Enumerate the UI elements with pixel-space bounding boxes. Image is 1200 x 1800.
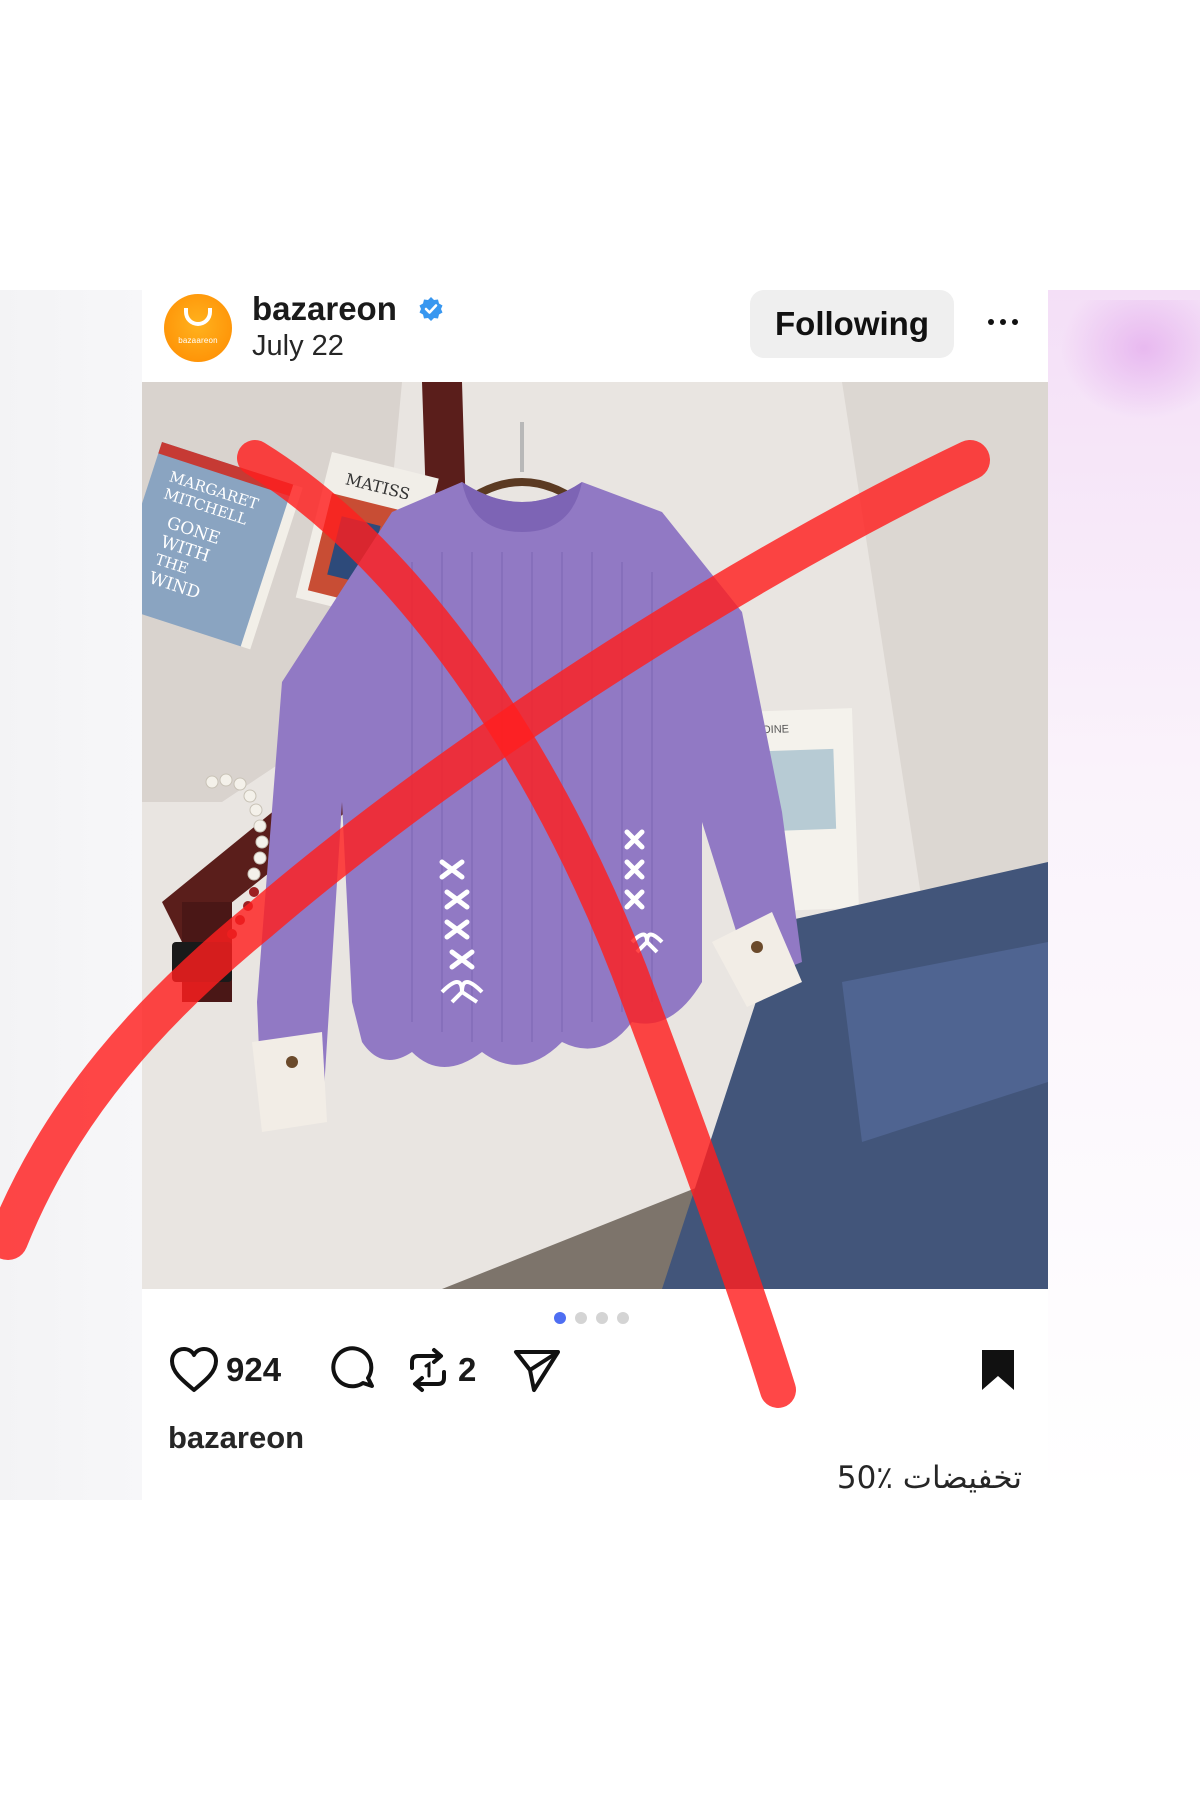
caption-username[interactable]: bazareon	[168, 1420, 304, 1456]
more-dot	[1000, 319, 1006, 325]
following-button[interactable]: Following	[750, 290, 954, 358]
save-action[interactable]	[978, 1340, 1018, 1400]
post-actions-bar: 924 2	[142, 1340, 1048, 1410]
logo-smile-icon	[184, 308, 212, 326]
caption-text: تخفيضات ٪50	[836, 1460, 1022, 1496]
avatar-logo-text: bazaareon	[178, 336, 218, 345]
background-left-panel	[0, 290, 142, 1500]
repost-icon[interactable]	[404, 1346, 452, 1394]
avatar[interactable]: bazaareon	[164, 294, 232, 362]
heart-icon[interactable]	[168, 1346, 220, 1394]
comment-icon[interactable]	[330, 1346, 378, 1394]
more-options-icon[interactable]	[978, 304, 1028, 340]
bookmark-icon[interactable]	[978, 1346, 1018, 1394]
post-photo[interactable]: MARGARET MITCHELL GONE WITH THE WIND MAT…	[142, 382, 1048, 1289]
repost-action[interactable]: 2	[404, 1340, 476, 1400]
background-glow	[1060, 300, 1200, 420]
carousel-dot	[617, 1312, 629, 1324]
carousel-dot-active	[554, 1312, 566, 1324]
comment-action[interactable]	[330, 1340, 378, 1400]
like-count: 924	[226, 1351, 282, 1388]
post-username[interactable]: bazareon	[252, 290, 397, 328]
post-header: bazaareon bazareon July 22 Following	[142, 290, 1048, 382]
repost-count: 2	[458, 1351, 477, 1388]
carousel-dot	[575, 1312, 587, 1324]
sweater-product-image: MARGARET MITCHELL GONE WITH THE WIND MAT…	[142, 382, 1048, 1289]
more-dot	[1012, 319, 1018, 325]
verified-badge-icon	[419, 297, 443, 321]
carousel-indicator	[554, 1312, 629, 1324]
carousel-dot	[596, 1312, 608, 1324]
post-date: July 22	[252, 330, 344, 362]
like-action[interactable]: 924	[168, 1340, 281, 1400]
background-right-panel	[1048, 290, 1200, 1500]
share-action[interactable]	[512, 1340, 562, 1400]
more-dot	[988, 319, 994, 325]
post-card: bazaareon bazareon July 22 Following MAR…	[142, 290, 1048, 1500]
send-icon[interactable]	[512, 1346, 562, 1394]
